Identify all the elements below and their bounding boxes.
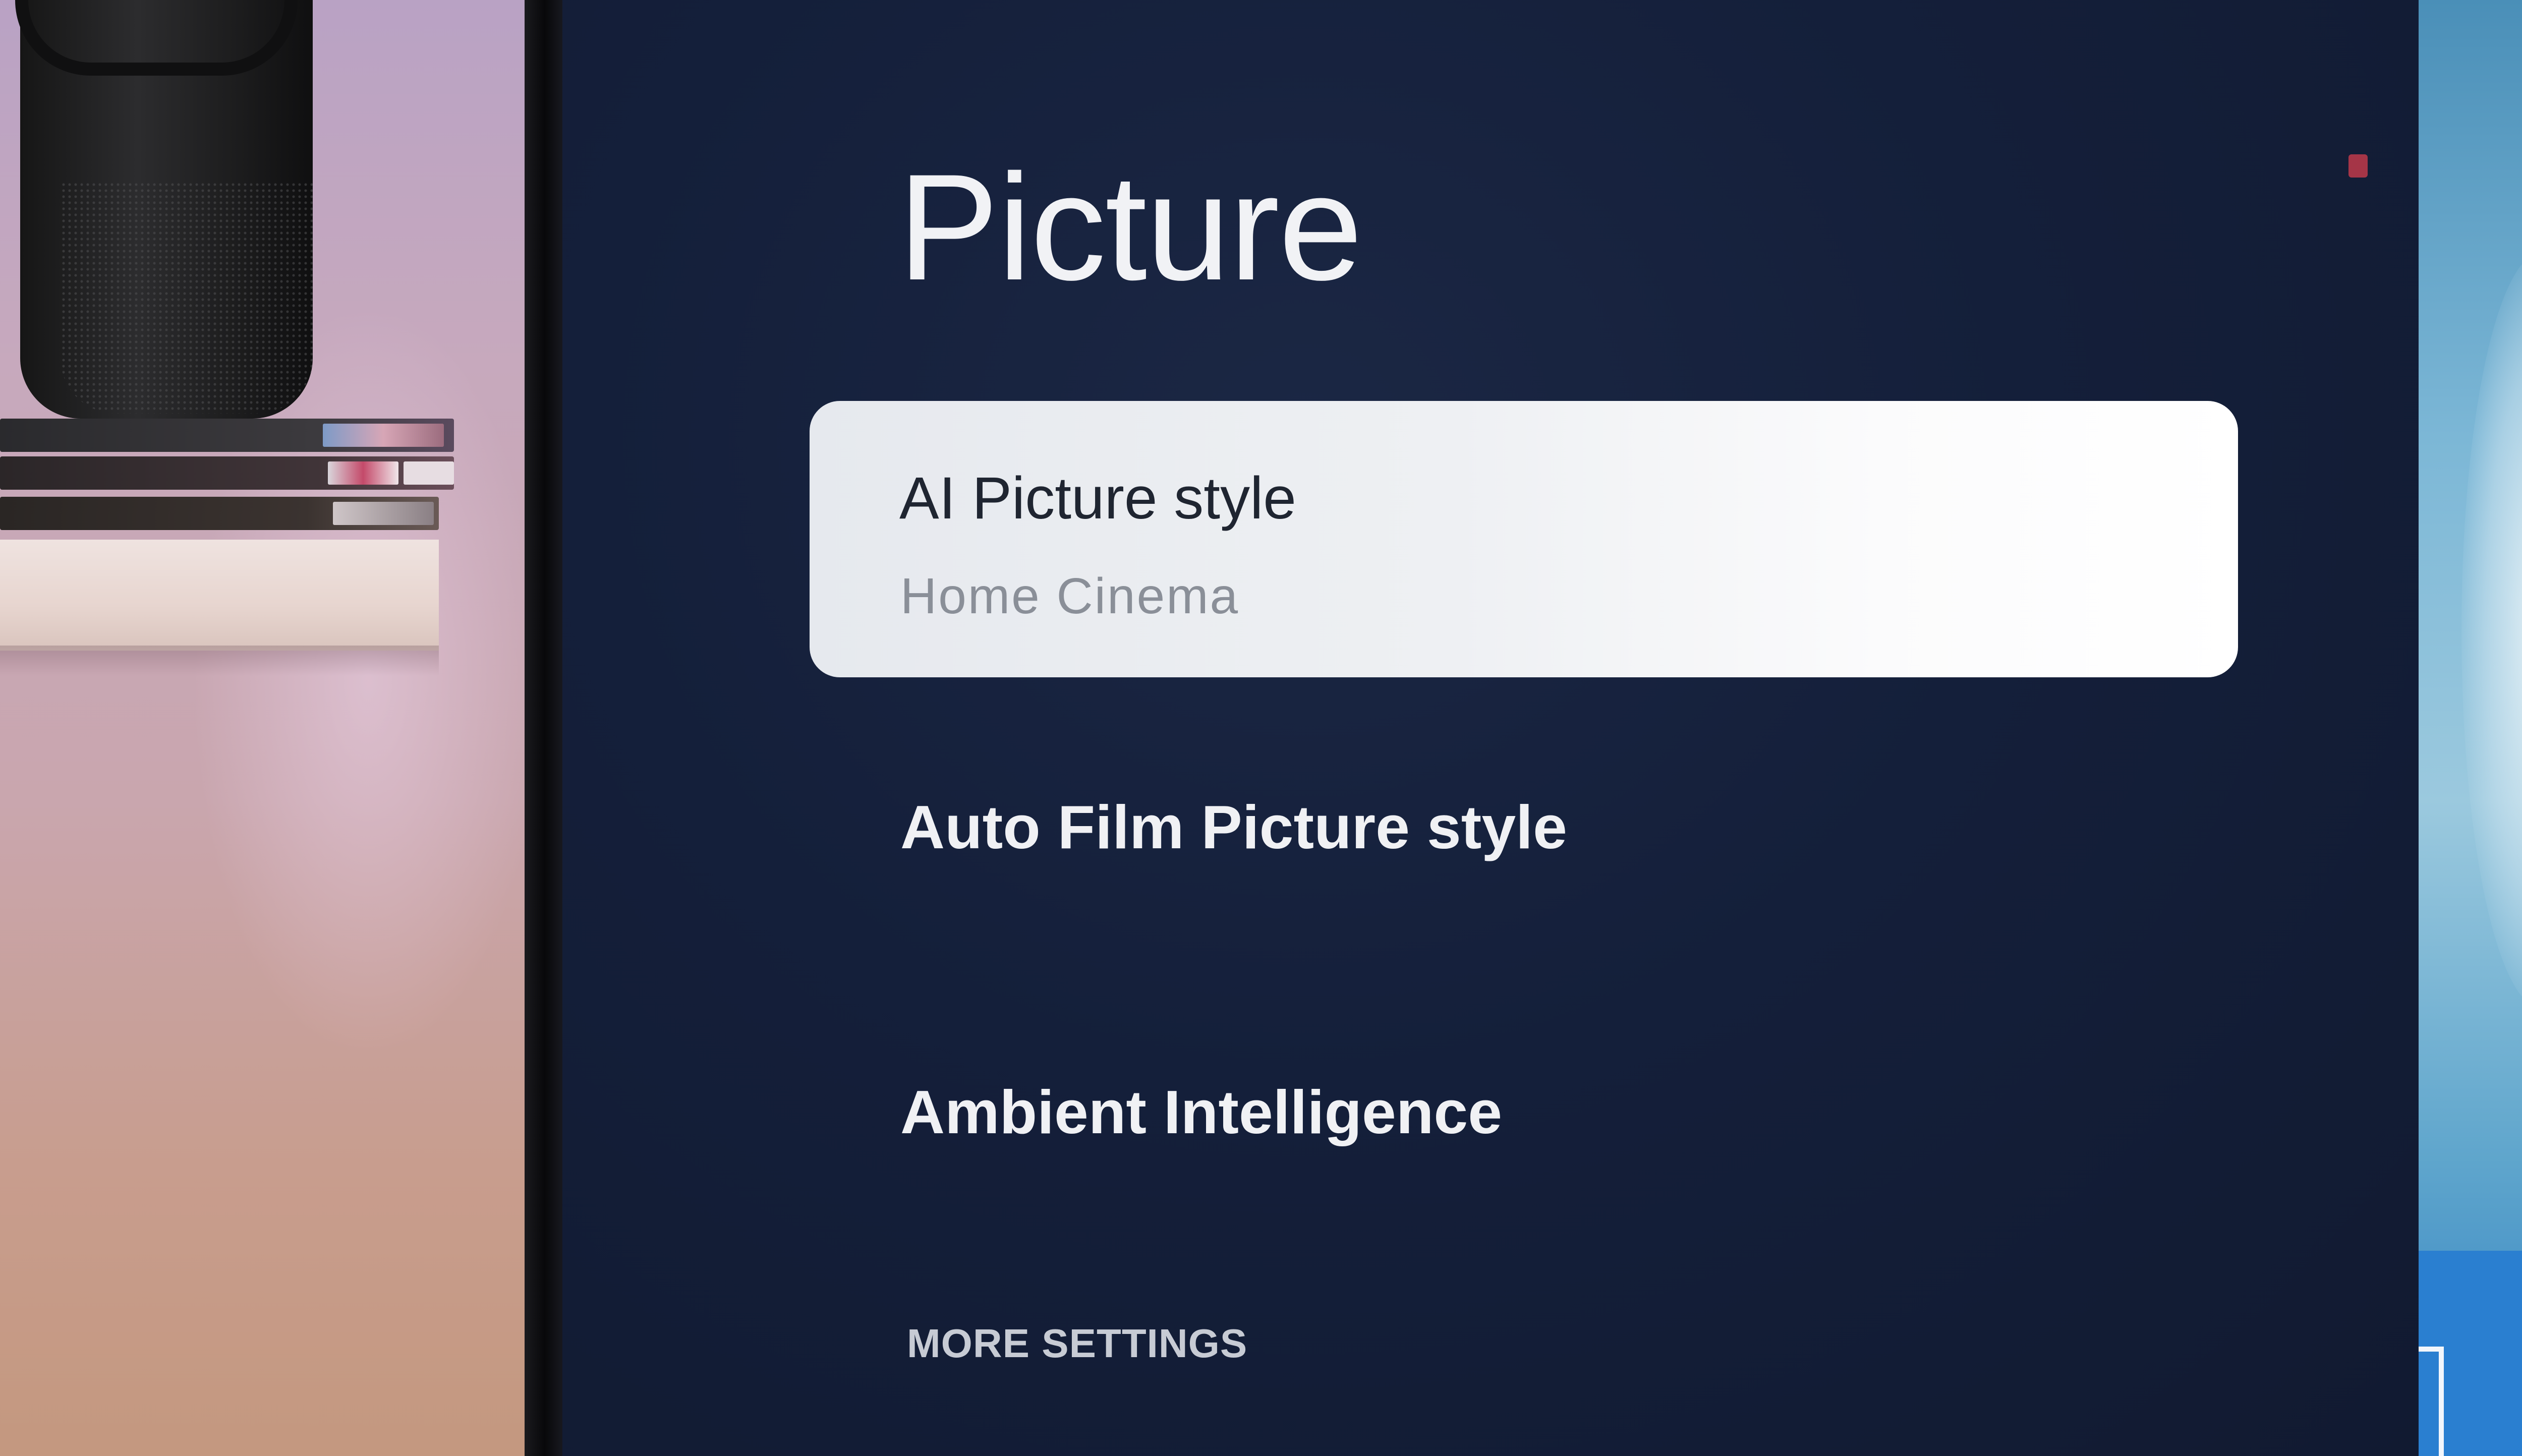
tv-background-frame-line [2416, 1347, 2444, 1456]
more-settings-button[interactable]: MORE SETTINGS [907, 1320, 1247, 1367]
speaker-handle [15, 0, 298, 76]
wall-shelf [0, 540, 439, 651]
book-case-middle [0, 456, 454, 490]
book-spine-art [328, 461, 398, 485]
tv-bezel [525, 0, 565, 1456]
speaker-grille [61, 182, 313, 414]
book-spine-art [323, 424, 444, 447]
menu-item-ai-picture-style[interactable]: AI Picture style Home Cinema [810, 401, 2238, 677]
menu-item-auto-film-picture-style[interactable]: Auto Film Picture style [900, 792, 1567, 862]
recording-indicator-icon [2348, 154, 2368, 178]
photo-scene: Picture AI Picture style Home Cinema Aut… [0, 0, 2522, 1456]
book-case-top [0, 419, 454, 452]
book-case-bottom [0, 497, 439, 530]
book-spine-art [404, 461, 454, 485]
menu-item-ambient-intelligence[interactable]: Ambient Intelligence [900, 1077, 1502, 1147]
menu-item-label: AI Picture style [899, 465, 1296, 532]
menu-item-value: Home Cinema [900, 568, 1240, 624]
settings-panel [562, 0, 2419, 1456]
shelf-shadow [0, 646, 439, 676]
book-spine-art [333, 502, 434, 525]
page-title: Picture [898, 142, 1363, 312]
